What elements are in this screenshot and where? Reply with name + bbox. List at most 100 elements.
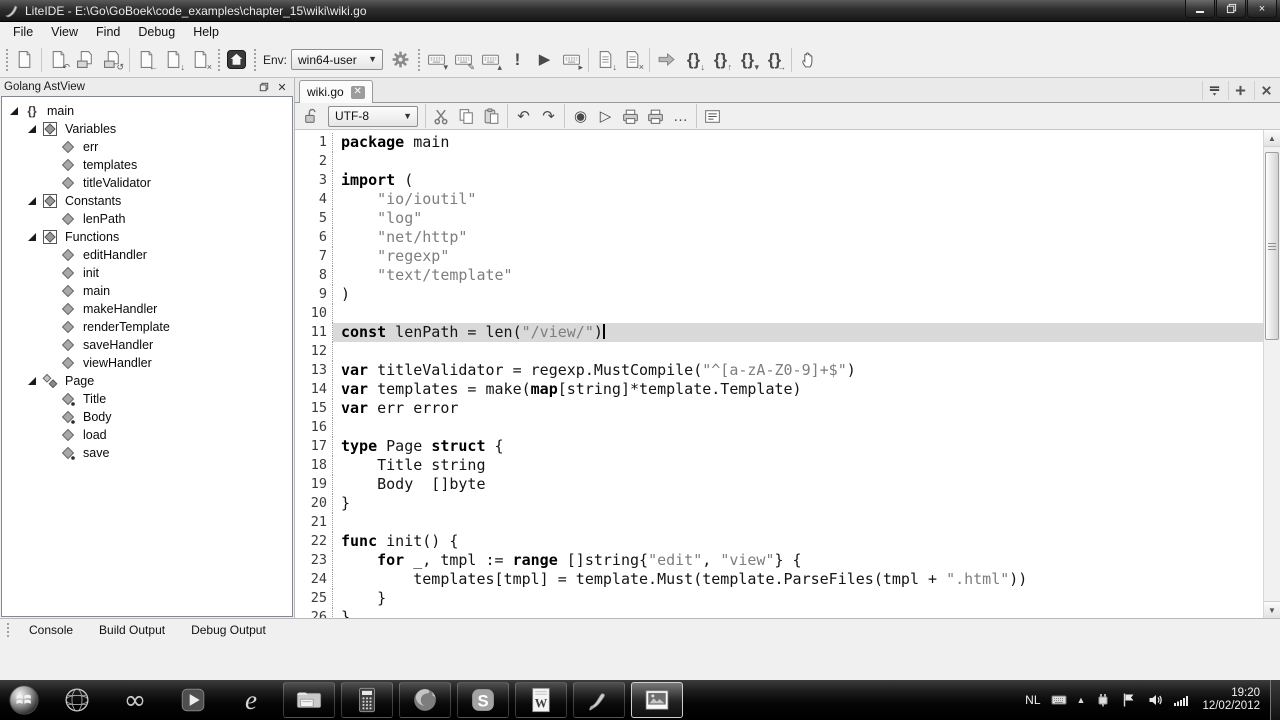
close-button[interactable]: × <box>1247 0 1277 18</box>
network-globe-app[interactable] <box>51 682 103 718</box>
build-button[interactable]: ▾ <box>423 46 450 73</box>
paste-button[interactable] <box>479 105 504 128</box>
save-close-button[interactable]: × <box>187 46 214 73</box>
code-line[interactable]: 9) <box>295 285 1263 304</box>
expander-icon[interactable] <box>10 107 18 115</box>
menu-find[interactable]: Find <box>87 23 129 41</box>
tree-item-title[interactable]: Title <box>2 390 292 408</box>
fold-all-button[interactable]: {}▾ <box>734 46 761 73</box>
restore-button[interactable] <box>1216 0 1246 18</box>
toolbar-handle[interactable] <box>4 47 9 73</box>
tree-item-err[interactable]: err <box>2 138 292 156</box>
word-wrap-button[interactable] <box>700 105 725 128</box>
code-line[interactable]: 4 "io/ioutil" <box>295 190 1263 209</box>
code-line[interactable]: 1package main <box>295 133 1263 152</box>
tree-item-rendertemplate[interactable]: renderTemplate <box>2 318 292 336</box>
tree-item-body[interactable]: Body <box>2 408 292 426</box>
code-line[interactable]: 10 <box>295 304 1263 323</box>
code-view[interactable]: 1package main23import (4 "io/ioutil"5 "l… <box>295 130 1263 618</box>
save-button[interactable]: ↓ <box>160 46 187 73</box>
toolbar-handle[interactable] <box>416 47 421 73</box>
expander-icon[interactable] <box>28 233 36 241</box>
language-indicator[interactable]: NL <box>1025 693 1040 707</box>
title-bar[interactable]: LiteIDE - E:\Go\GoBoek\code_examples\cha… <box>0 0 1280 22</box>
minimize-button[interactable] <box>1185 0 1215 18</box>
open-folder-button[interactable] <box>72 46 99 73</box>
save-prev-button[interactable]: ← <box>133 46 160 73</box>
file-explorer-app[interactable] <box>283 682 335 718</box>
expander-icon[interactable] <box>28 377 36 385</box>
split-editor-icon[interactable] <box>1228 81 1252 100</box>
code-line[interactable]: 5 "log" <box>295 209 1263 228</box>
tree-item-savehandler[interactable]: saveHandler <box>2 336 292 354</box>
tree-item-variables[interactable]: Variables <box>2 120 292 138</box>
code-line[interactable]: 19 Body []byte <box>295 475 1263 494</box>
tree-item-lenpath[interactable]: lenPath <box>2 210 292 228</box>
play-macro-button[interactable]: ▷ <box>593 105 618 128</box>
skype-app[interactable]: S <box>457 682 509 718</box>
show-desktop-button[interactable] <box>1270 680 1280 720</box>
internet-explorer-app[interactable]: e <box>225 682 277 718</box>
code-line[interactable]: 17type Page struct { <box>295 437 1263 456</box>
debug-run-button[interactable]: ▸ <box>558 46 585 73</box>
print-button[interactable] <box>618 105 643 128</box>
pan-button[interactable] <box>795 46 822 73</box>
menu-view[interactable]: View <box>42 23 87 41</box>
infinity-app[interactable]: ∞ <box>109 682 161 718</box>
show-hidden-icons-icon[interactable]: ▲ <box>1077 695 1086 705</box>
goto-brace-button[interactable]: {}→ <box>761 46 788 73</box>
encoding-select[interactable]: UTF-8▼ <box>328 106 418 127</box>
code-line[interactable]: 13var titleValidator = regexp.MustCompil… <box>295 361 1263 380</box>
undo-button[interactable]: ↶ <box>511 105 536 128</box>
options-button[interactable] <box>387 46 414 73</box>
build-file-button[interactable]: ✎ <box>450 46 477 73</box>
code-line[interactable]: 7 "regexp" <box>295 247 1263 266</box>
code-line[interactable]: 18 Title string <box>295 456 1263 475</box>
run-button[interactable]: ▶ <box>531 46 558 73</box>
redo-button[interactable]: ↷ <box>536 105 561 128</box>
action-center-flag-icon[interactable] <box>1121 692 1137 708</box>
open-file-button[interactable]: ↶ <box>45 46 72 73</box>
code-line[interactable]: 16 <box>295 418 1263 437</box>
clock[interactable]: 19:20 12/02/2012 <box>1202 687 1260 713</box>
code-line[interactable]: 14var templates = make(map[string]*templ… <box>295 380 1263 399</box>
tab-close-icon[interactable]: ✕ <box>351 86 365 99</box>
paint-app[interactable] <box>573 682 625 718</box>
power-plug-icon[interactable] <box>1095 692 1111 708</box>
tree-item-save[interactable]: save <box>2 444 292 462</box>
install-button[interactable]: ▴ <box>477 46 504 73</box>
insert-line-after-button[interactable]: ↓ <box>592 46 619 73</box>
network-signal-icon[interactable] <box>1173 692 1189 708</box>
expander-icon[interactable] <box>28 125 36 133</box>
copy-button[interactable] <box>454 105 479 128</box>
code-line[interactable]: 25 } <box>295 589 1263 608</box>
code-line[interactable]: 11const lenPath = len("/view/") <box>295 323 1263 342</box>
cut-button[interactable] <box>429 105 454 128</box>
code-line[interactable]: 22func init() { <box>295 532 1263 551</box>
stop-button[interactable]: ! <box>504 46 531 73</box>
tree-item-templates[interactable]: templates <box>2 156 292 174</box>
home-button[interactable] <box>223 46 250 73</box>
code-line[interactable]: 23 for _, tmpl := range []string{"edit",… <box>295 551 1263 570</box>
code-line[interactable]: 26} <box>295 608 1263 618</box>
tree-item-viewhandler[interactable]: viewHandler <box>2 354 292 372</box>
tree-item-functions[interactable]: Functions <box>2 228 292 246</box>
file-list-menu-icon[interactable] <box>1202 81 1226 100</box>
toolbar-handle[interactable] <box>216 47 221 73</box>
menu-file[interactable]: File <box>4 23 42 41</box>
code-line[interactable]: 8 "text/template" <box>295 266 1263 285</box>
print-preview-button[interactable] <box>643 105 668 128</box>
fold-button[interactable]: {}↓ <box>680 46 707 73</box>
new-file-button[interactable] <box>11 46 38 73</box>
tree-item-main[interactable]: main <box>2 282 292 300</box>
close-editor-icon[interactable] <box>1254 81 1278 100</box>
volume-icon[interactable] <box>1147 692 1163 708</box>
scrollbar-thumb[interactable] <box>1265 152 1279 340</box>
code-line[interactable]: 2 <box>295 152 1263 171</box>
float-panel-icon[interactable] <box>256 80 272 94</box>
tree-item-edithandler[interactable]: editHandler <box>2 246 292 264</box>
menu-debug[interactable]: Debug <box>129 23 184 41</box>
delete-line-button[interactable]: × <box>619 46 646 73</box>
tab-wiki-go[interactable]: wiki.go ✕ <box>299 80 373 103</box>
tab-console[interactable]: Console <box>19 621 83 639</box>
